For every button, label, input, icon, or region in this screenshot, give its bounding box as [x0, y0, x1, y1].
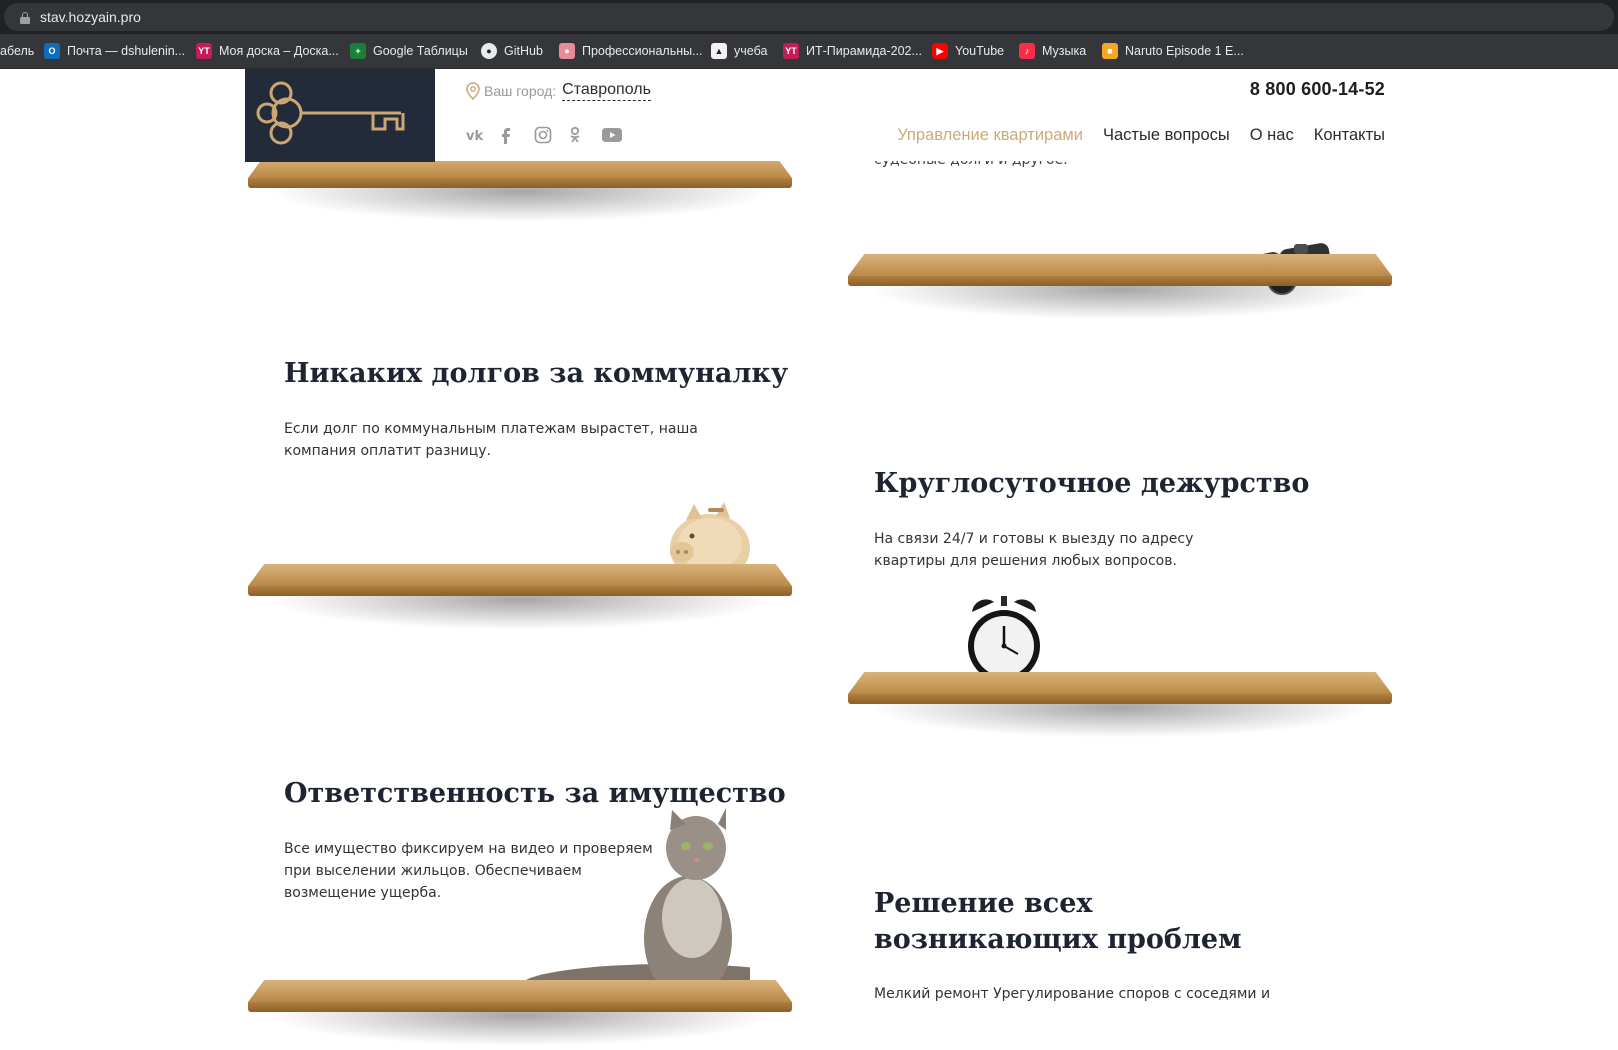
nav-item-contacts[interactable]: Контакты [1314, 126, 1385, 145]
odnoklassniki-icon[interactable] [568, 125, 602, 145]
city-label: Ваш город: [484, 83, 557, 99]
main-nav: Управление квартирами Частые вопросы О н… [897, 126, 1385, 145]
instagram-icon[interactable] [534, 125, 568, 145]
nav-item-apartment-management[interactable]: Управление квартирами [897, 126, 1083, 145]
feature-text: Мелкий ремонт Урегулирование споров с со… [874, 986, 1271, 1002]
youtube-icon[interactable] [602, 125, 636, 145]
social-links: vk [466, 125, 636, 145]
nav-item-faq[interactable]: Частые вопросы [1103, 126, 1230, 145]
key-logo-icon [256, 81, 405, 145]
site-header: Ваш город: Ставрополь vk 8 800 600-14-52… [0, 69, 1618, 162]
feature-title: Никаких долгов за коммуналку [284, 358, 789, 389]
shelf [248, 156, 792, 226]
location-pin-icon [466, 82, 480, 100]
site-logo[interactable] [245, 69, 435, 162]
shelf [848, 254, 1392, 324]
shelf [248, 980, 792, 1050]
feature-title: Ответственность за имущество [284, 778, 786, 809]
cat-image [520, 808, 750, 998]
nav-item-about[interactable]: О нас [1250, 126, 1294, 145]
facebook-icon[interactable] [500, 125, 534, 145]
svg-text:vk: vk [466, 129, 483, 142]
feature-text: Если долг по коммунальным платежам вырас… [284, 421, 698, 459]
shelf [848, 672, 1392, 742]
city-selector[interactable]: Ваш город: Ставрополь [466, 79, 651, 103]
feature-title: Решение всех возникающих проблем [874, 888, 1242, 955]
city-value[interactable]: Ставрополь [562, 81, 651, 101]
feature-title: Круглосуточное дежурство [874, 468, 1310, 499]
shelf [248, 564, 792, 634]
feature-text: На связи 24/7 и готовы к выезду по адрес… [874, 531, 1194, 569]
phone-number[interactable]: 8 800 600-14-52 [1250, 79, 1385, 100]
vk-icon[interactable]: vk [466, 125, 500, 145]
